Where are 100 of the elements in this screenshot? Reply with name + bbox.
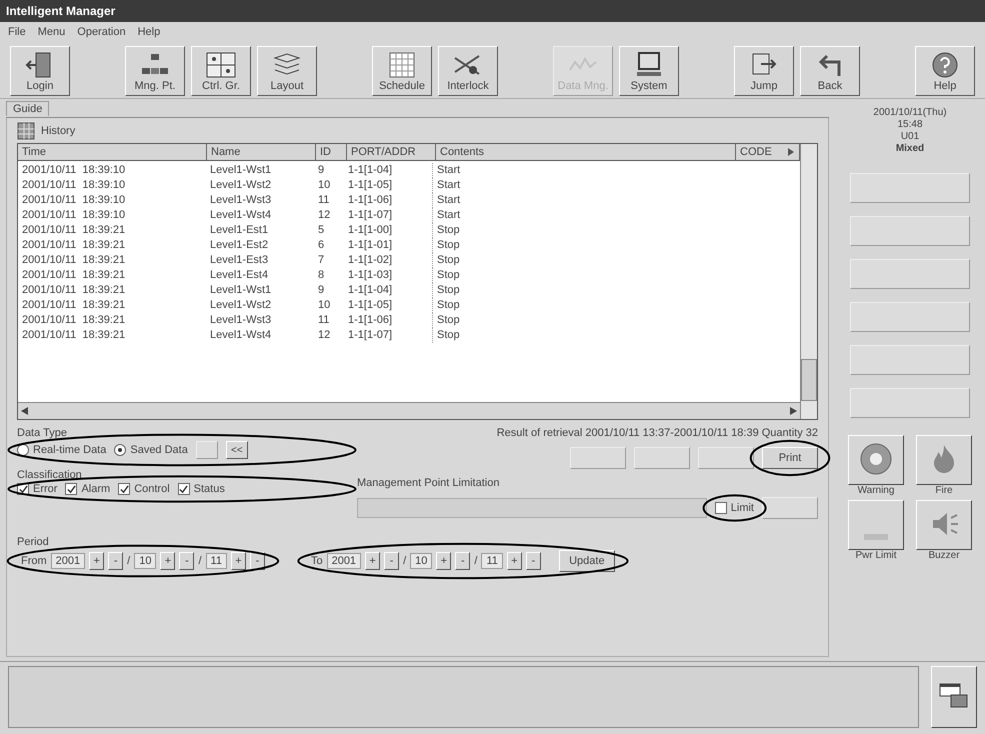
action-button[interactable]: Print	[762, 447, 818, 469]
table-cell-text: Stop	[436, 238, 461, 253]
date-field[interactable]: 11	[206, 553, 227, 569]
checkbox[interactable]	[65, 483, 78, 495]
column-header[interactable]: PORT/ADDR	[347, 144, 436, 160]
alarm-button[interactable]	[848, 500, 904, 550]
checkbox[interactable]	[714, 502, 727, 514]
table-cell-text: 2001/10/11 18:39:10	[21, 178, 126, 193]
date-separator: /	[403, 555, 406, 567]
spin-button[interactable]: -	[108, 552, 124, 570]
spin-button[interactable]: +	[506, 552, 522, 570]
limit-setting-button[interactable]	[762, 497, 818, 519]
checkbox-option[interactable]: Error	[17, 483, 58, 495]
table-cell-text: Level1-Wst2	[209, 178, 272, 193]
toolbar-button[interactable]: Interlock	[438, 46, 498, 96]
alarm-button[interactable]	[916, 500, 972, 550]
table-cell-text: Level1-Est2	[209, 238, 270, 253]
table-cell-text: Level1-Est3	[209, 253, 270, 268]
toolbar-button[interactable]: Mng. Pt.	[125, 46, 185, 96]
table-cell: 1-1[1-06]	[344, 313, 433, 328]
date-field[interactable]: 10	[134, 553, 156, 569]
guide-tab[interactable]: Guide	[6, 101, 50, 116]
windows-icon	[939, 682, 969, 708]
menu-item[interactable]: Operation	[77, 26, 126, 38]
table-cell-text: Level1-Wst3	[209, 193, 272, 208]
spin-button[interactable]: +	[436, 552, 452, 570]
alarm-button[interactable]	[916, 435, 972, 485]
table-cell-text: 2001/10/11 18:39:10	[21, 193, 126, 208]
table-cell-text: Start	[436, 178, 462, 193]
column-header[interactable]: Time	[18, 144, 207, 160]
date-separator: /	[474, 555, 478, 567]
input-field[interactable]	[357, 498, 707, 518]
radio-button[interactable]	[114, 444, 126, 456]
date-field[interactable]: 11	[481, 553, 503, 569]
table-cell-text: 9	[317, 283, 326, 298]
table-cell-text: Stop	[436, 223, 461, 238]
spin-button[interactable]: +	[365, 552, 380, 570]
toolbar-button[interactable]: System	[619, 46, 679, 96]
toolbar-button[interactable]: Layout	[257, 46, 317, 96]
group-label: Data Type	[17, 427, 68, 439]
table-cell-text: Stop	[436, 298, 461, 313]
update-button[interactable]: Update	[558, 550, 615, 572]
table-cell-text: Start	[436, 208, 462, 223]
menu-item[interactable]: Menu	[38, 26, 66, 38]
checkbox-option[interactable]: Status	[178, 483, 225, 495]
table-cell: 1-1[1-04]	[344, 163, 433, 178]
table-cell-text: Level1-Est1	[209, 223, 270, 238]
toolbar-button[interactable]: Schedule	[372, 46, 432, 96]
table-cell-text: Level1-Wst2	[209, 298, 272, 313]
menu-item[interactable]: Help	[138, 26, 160, 38]
vertical-scrollbar[interactable]	[800, 144, 817, 419]
table-cell-text: Level1-Est4	[209, 268, 270, 283]
table-cell-text: 2001/10/11 18:39:21	[21, 268, 126, 283]
table-cell-text: Level1-Wst4	[209, 328, 272, 343]
period-label: To	[310, 555, 323, 567]
nav-button[interactable]: <<	[226, 441, 248, 459]
table-cell-text: 8	[317, 268, 326, 283]
column-header[interactable]: Contents	[436, 144, 736, 160]
toolbar-button[interactable]: Ctrl. Gr.	[191, 46, 251, 96]
column-header[interactable]: ID	[316, 144, 347, 160]
checkbox-option[interactable]: Control	[118, 483, 170, 495]
alarm-button[interactable]	[848, 435, 904, 485]
table-cell-text: 2001/10/11 18:39:21	[21, 328, 126, 343]
spin-button[interactable]: +	[230, 552, 246, 570]
mode-text: Mixed	[896, 143, 924, 154]
table-cell-text: Level1-Wst1	[209, 283, 272, 298]
table-cell-text: 2001/10/11 18:39:21	[21, 283, 126, 298]
toolbar-button[interactable]: Help	[915, 46, 975, 96]
spin-button[interactable]: -	[526, 552, 541, 570]
table-cell-text: 6	[317, 238, 326, 253]
toolbar-button[interactable]: Jump	[734, 46, 794, 96]
radio-option[interactable]: Real-time Data	[17, 444, 106, 456]
table-cell-text: 11	[317, 313, 330, 328]
checkbox[interactable]	[178, 483, 190, 495]
toolbar-button[interactable]: Back	[800, 46, 860, 96]
spin-button[interactable]: +	[160, 552, 176, 570]
scroll-left-icon[interactable]	[21, 407, 28, 415]
radio-option[interactable]: Saved Data	[114, 444, 188, 456]
toolbar-button[interactable]: Login	[10, 46, 70, 96]
table-cell-text: Start	[436, 163, 462, 178]
table-cell: 1-1[1-05]	[344, 298, 433, 313]
checkbox[interactable]	[118, 483, 130, 495]
date-separator: /	[127, 555, 130, 567]
column-header[interactable]: Name	[207, 144, 316, 160]
table-cell-text: 5	[317, 223, 326, 238]
menu-item[interactable]: File	[8, 26, 26, 38]
spin-button[interactable]: -	[384, 552, 400, 570]
horizontal-scrollbar[interactable]	[18, 402, 800, 419]
table-cell: 1-1[1-06]	[344, 193, 433, 208]
table-cell-text: 2001/10/11 18:39:21	[21, 223, 126, 238]
checkbox-option[interactable]: Alarm	[65, 483, 110, 495]
window-button[interactable]	[931, 666, 977, 728]
date-field[interactable]: 10	[410, 553, 432, 569]
date-field[interactable]: 2001	[326, 553, 362, 569]
scroll-right-icon[interactable]	[790, 407, 797, 415]
spin-button[interactable]: +	[89, 552, 104, 570]
spin-button[interactable]: -	[179, 552, 194, 570]
spin-button[interactable]: -	[455, 552, 470, 570]
date-field[interactable]: 2001	[50, 553, 86, 569]
table-cell-text: 2001/10/11 18:39:21	[21, 253, 126, 268]
